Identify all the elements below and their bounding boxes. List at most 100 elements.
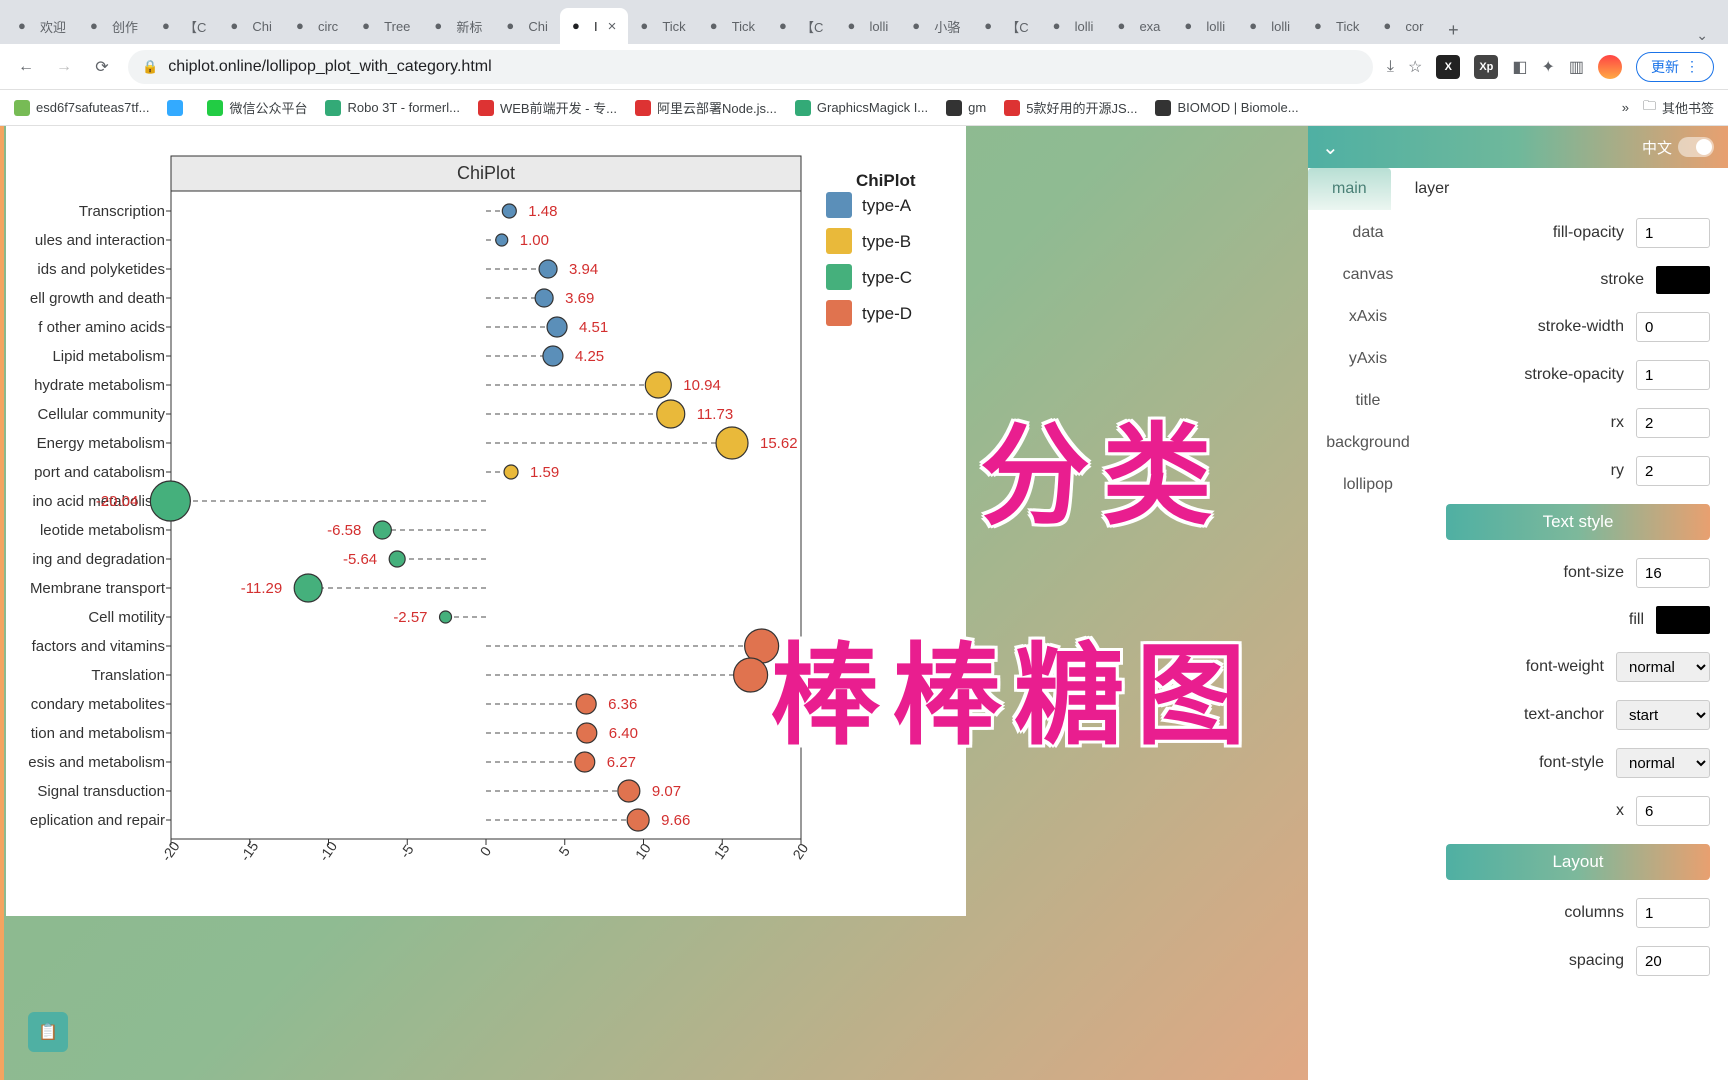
menu-item-canvas[interactable]: canvas	[1343, 266, 1394, 284]
browser-tab[interactable]: ●circ	[284, 8, 350, 44]
lollipop-point[interactable]	[576, 694, 596, 714]
browser-tab[interactable]: ●lolli	[1041, 8, 1106, 44]
browser-tab[interactable]: ●Tick	[1302, 8, 1371, 44]
browser-tab[interactable]: ●lolli	[835, 8, 900, 44]
lollipop-point[interactable]	[504, 465, 518, 479]
lollipop-point[interactable]	[294, 574, 322, 602]
text-anchor-select[interactable]: start	[1616, 700, 1710, 730]
legend-swatch[interactable]	[826, 228, 852, 254]
browser-tab[interactable]: ●【C	[150, 8, 218, 44]
extension-icon[interactable]: ◧	[1512, 57, 1527, 77]
browser-tab[interactable]: ●Chi	[494, 8, 560, 44]
back-button[interactable]: ←	[14, 55, 38, 79]
browser-tab[interactable]: ●lolli	[1237, 8, 1302, 44]
bookmark-star-icon[interactable]: ☆	[1408, 57, 1422, 77]
lollipop-point[interactable]	[496, 234, 508, 246]
reload-button[interactable]: ⟳	[90, 55, 114, 79]
bookmark-item[interactable]: GraphicsMagick I...	[795, 100, 928, 116]
extension-icon[interactable]: X	[1436, 55, 1460, 79]
lollipop-point[interactable]	[389, 551, 405, 567]
lollipop-point[interactable]	[547, 317, 567, 337]
browser-tab[interactable]: ●cor	[1371, 8, 1435, 44]
language-toggle[interactable]: 中文	[1642, 137, 1714, 158]
panel-tab-layer[interactable]: layer	[1391, 168, 1474, 210]
panel-tab-main[interactable]: main	[1308, 168, 1391, 210]
browser-tab[interactable]: ●【C	[767, 8, 835, 44]
spacing-input[interactable]	[1636, 946, 1710, 976]
stroke-opacity-input[interactable]	[1636, 360, 1710, 390]
sidepanel-icon[interactable]: ▥	[1569, 57, 1584, 77]
menu-item-lollipop[interactable]: lollipop	[1343, 476, 1393, 494]
x-input[interactable]	[1636, 796, 1710, 826]
install-icon[interactable]: ⤓	[1387, 58, 1394, 76]
browser-tab[interactable]: ●Tick	[698, 8, 767, 44]
fill-color-swatch[interactable]	[1656, 606, 1710, 634]
forward-button[interactable]: →	[52, 55, 76, 79]
close-icon[interactable]: ×	[608, 18, 617, 35]
browser-tab[interactable]: ●创作	[78, 8, 150, 44]
lollipop-point[interactable]	[539, 260, 557, 278]
font-style-select[interactable]: normal	[1616, 748, 1710, 778]
browser-tab[interactable]: ●exa	[1105, 8, 1172, 44]
lollipop-point[interactable]	[734, 658, 768, 692]
lollipop-point[interactable]	[575, 752, 595, 772]
lollipop-point[interactable]	[657, 400, 685, 428]
menu-item-xAxis[interactable]: xAxis	[1349, 308, 1387, 326]
browser-tab[interactable]: ●【C	[972, 8, 1040, 44]
lollipop-point[interactable]	[577, 723, 597, 743]
lollipop-point[interactable]	[440, 611, 452, 623]
stroke-width-input[interactable]	[1636, 312, 1710, 342]
legend-swatch[interactable]	[826, 264, 852, 290]
edit-fab-button[interactable]: 📋	[28, 1012, 68, 1052]
menu-item-yAxis[interactable]: yAxis	[1349, 350, 1387, 368]
fill-opacity-input[interactable]	[1636, 218, 1710, 248]
bookmark-item[interactable]	[167, 100, 189, 116]
browser-tab[interactable]: ●lolli	[1172, 8, 1237, 44]
lollipop-point[interactable]	[627, 809, 649, 831]
lollipop-point[interactable]	[535, 289, 553, 307]
lollipop-point[interactable]	[543, 346, 563, 366]
stroke-color-swatch[interactable]	[1656, 266, 1710, 294]
bookmark-item[interactable]: 阿里云部署Node.js...	[635, 98, 777, 117]
bookmark-item[interactable]: Robo 3T - formerl...	[325, 100, 459, 116]
bookmark-item[interactable]: gm	[946, 100, 986, 116]
profile-avatar[interactable]	[1598, 55, 1622, 79]
ry-input[interactable]	[1636, 456, 1710, 486]
browser-tab[interactable]: ●Tree	[350, 8, 422, 44]
menu-item-background[interactable]: background	[1326, 434, 1410, 452]
bookmark-item[interactable]: 5款好用的开源JS...	[1004, 98, 1137, 117]
chevron-down-icon[interactable]: ⌄	[1322, 135, 1339, 160]
legend-swatch[interactable]	[826, 300, 852, 326]
new-tab-button[interactable]: +	[1439, 16, 1467, 44]
lollipop-point[interactable]	[502, 204, 516, 218]
extensions-icon[interactable]: ✦	[1541, 57, 1554, 77]
update-button[interactable]: 更新⋮	[1636, 52, 1714, 82]
rx-input[interactable]	[1636, 408, 1710, 438]
other-bookmarks[interactable]: 🗀其他书签	[1643, 97, 1714, 119]
lollipop-point[interactable]	[716, 427, 748, 459]
browser-tab[interactable]: ●I×	[560, 8, 628, 44]
browser-tab[interactable]: ●小骆	[900, 8, 972, 44]
browser-tab[interactable]: ●欢迎	[6, 8, 78, 44]
lollipop-point[interactable]	[645, 372, 671, 398]
extension-icon[interactable]: Xp	[1474, 55, 1498, 79]
browser-tab[interactable]: ●Chi	[218, 8, 284, 44]
font-size-input[interactable]	[1636, 558, 1710, 588]
lollipop-point[interactable]	[373, 521, 391, 539]
url-field[interactable]: 🔒 chiplot.online/lollipop_plot_with_cate…	[128, 50, 1373, 84]
lollipop-point[interactable]	[150, 481, 190, 521]
overflow-icon[interactable]: »	[1622, 100, 1629, 115]
columns-input[interactable]	[1636, 898, 1710, 928]
tabs-dropdown-icon[interactable]: ⌄	[1682, 27, 1722, 44]
menu-item-title[interactable]: title	[1356, 392, 1381, 410]
bookmark-item[interactable]: esd6f7safuteas7tf...	[14, 100, 149, 116]
bookmark-item[interactable]: 微信公众平台	[207, 98, 307, 117]
lollipop-point[interactable]	[618, 780, 640, 802]
bookmark-item[interactable]: BIOMOD | Biomole...	[1155, 100, 1298, 116]
toggle-switch[interactable]	[1678, 137, 1714, 157]
browser-tab[interactable]: ●新标	[422, 8, 494, 44]
menu-item-data[interactable]: data	[1352, 224, 1383, 242]
legend-swatch[interactable]	[826, 192, 852, 218]
bookmark-item[interactable]: WEB前端开发 - 专...	[478, 98, 617, 117]
font-weight-select[interactable]: normal	[1616, 652, 1710, 682]
